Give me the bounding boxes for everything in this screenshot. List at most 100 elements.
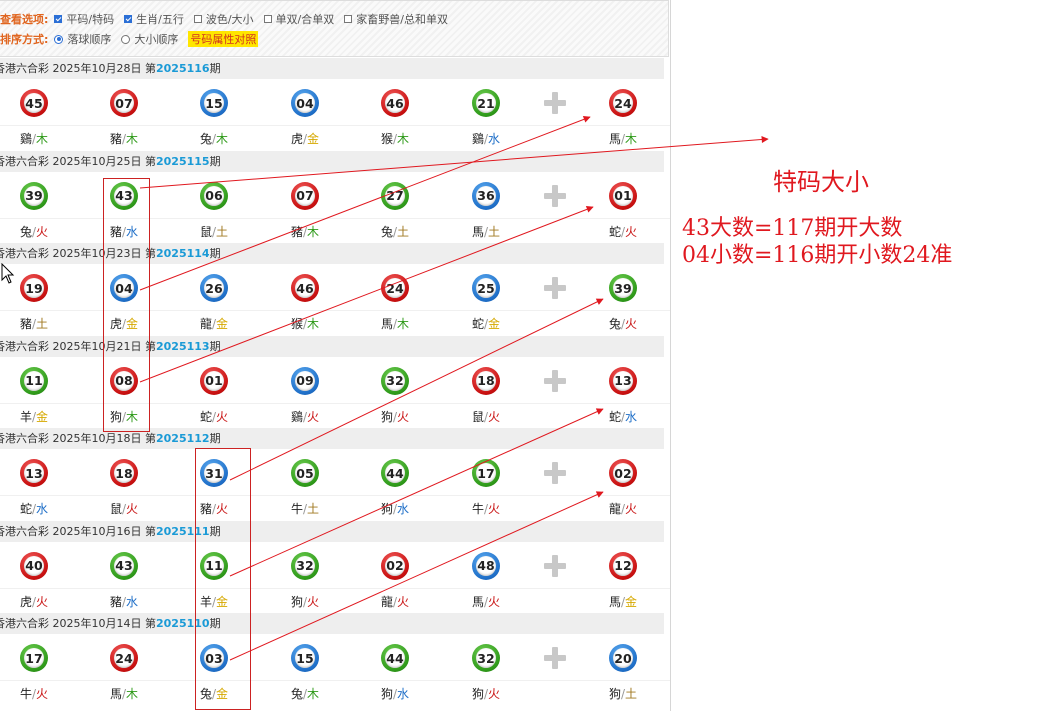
number-ball: 05 — [291, 459, 319, 487]
element-text: 水 — [625, 409, 638, 424]
radio-icon[interactable] — [54, 34, 64, 44]
zodiac-text: 兔 — [19, 224, 32, 239]
element-text: 金 — [216, 317, 229, 331]
number-ball: 17 — [20, 644, 48, 672]
number-ball: 43 — [110, 551, 138, 580]
plus-icon — [543, 184, 567, 208]
zodiac-text: 牛 — [19, 687, 32, 701]
special-number-ball: 02 — [609, 459, 637, 487]
checkbox-icon[interactable] — [263, 15, 272, 23]
number-ball: 46 — [291, 274, 319, 302]
special-number-ball: 20 — [609, 644, 637, 672]
ball-number: 46 — [385, 93, 405, 113]
mouse-cursor-icon — [1, 263, 15, 284]
view-option-2[interactable]: 波色/大小 — [193, 11, 254, 27]
draw-header: 香港六合彩 2025年10月23日 第2025114期 — [0, 243, 664, 264]
radio-icon[interactable] — [121, 34, 131, 44]
ball-number: 02 — [613, 463, 633, 483]
checkbox-icon[interactable] — [124, 15, 133, 23]
zodiac-element-label: 虎/金 — [285, 132, 325, 146]
sort-options-label: 排序方式: — [0, 33, 49, 46]
draw-header: 香港六合彩 2025年10月28日 第2025116期 — [0, 58, 664, 79]
zodiac-element-label: 蛇/火 — [603, 225, 643, 239]
attribute-table-link[interactable]: 号码属性对照 — [188, 31, 259, 47]
zodiac-text: 馬 — [608, 594, 621, 609]
zodiac-text: 狗 — [380, 687, 393, 701]
element-text: 火 — [397, 594, 410, 609]
ball-number: 21 — [476, 93, 496, 113]
element-text: 火 — [625, 317, 638, 331]
draw-issue-suffix: 期 — [209, 62, 221, 75]
view-option-1[interactable]: 生肖/五行 — [124, 11, 184, 27]
ball-number: 02 — [385, 555, 405, 576]
view-option-0[interactable]: 平码/特码 — [54, 11, 114, 27]
zodiac-element-label: 蛇/水 — [14, 502, 54, 516]
zodiac-element-label: 狗/火 — [375, 410, 415, 424]
element-text: 火 — [36, 687, 49, 701]
ball-number: 04 — [295, 93, 315, 113]
ball-number: 13 — [613, 370, 633, 391]
number-ball: 07 — [110, 89, 138, 117]
ball-number: 13 — [24, 463, 44, 483]
zodiac-element-label: 龍/火 — [603, 502, 643, 516]
view-option-3[interactable]: 单双/合单双 — [263, 11, 334, 27]
zodiac-text: 馬 — [380, 317, 393, 331]
draw-date: 香港六合彩 2025年10月14日 第 — [0, 617, 156, 630]
zodiac-element-label: 猴/木 — [375, 132, 415, 146]
view-option-label: 家畜野兽/总和单双 — [356, 13, 448, 26]
draw-issue-suffix: 期 — [209, 432, 221, 445]
sort-option-1[interactable]: 大小顺序 — [121, 31, 178, 47]
view-option-label: 生肖/五行 — [136, 13, 184, 26]
element-text: 木 — [397, 132, 410, 146]
plus-icon — [543, 461, 567, 485]
draw-header: 香港六合彩 2025年10月16日 第2025111期 — [0, 520, 664, 542]
draw-issue-number: 2025115 — [155, 154, 210, 168]
special-number-ball: 01 — [609, 181, 637, 210]
ball-number: 44 — [385, 463, 405, 483]
view-option-4[interactable]: 家畜野兽/总和单双 — [344, 11, 448, 27]
zodiac-text: 狗 — [380, 502, 393, 516]
special-number-ball: 12 — [609, 551, 637, 580]
zodiac-element-label: 牛/火 — [14, 687, 54, 701]
ball-number: 15 — [295, 648, 315, 668]
element-text: 木 — [307, 224, 320, 239]
ball-number: 39 — [613, 278, 633, 298]
zodiac-element-label: 豬/水 — [104, 595, 144, 609]
checkbox-icon[interactable] — [193, 15, 202, 23]
zodiac-text: 牛 — [290, 502, 303, 516]
draw-header: 香港六合彩 2025年10月18日 第2025112期 — [0, 428, 664, 449]
zodiac-element-label: 鼠/土 — [194, 225, 234, 239]
zodiac-element-label: 鼠/火 — [466, 410, 506, 424]
element-text: 水 — [397, 687, 410, 701]
checkbox-icon[interactable] — [344, 15, 353, 23]
element-text: 水 — [397, 502, 410, 516]
checkbox-icon[interactable] — [54, 15, 63, 23]
zodiac-element-label: 兔/木 — [285, 687, 325, 701]
number-ball: 07 — [291, 181, 319, 210]
element-text: 木 — [36, 132, 49, 146]
ball-number: 11 — [24, 370, 44, 391]
annotation-line-2: 04小数=116期开小数24准 — [682, 243, 953, 268]
ball-number: 12 — [613, 555, 633, 576]
view-option-label: 波色/大小 — [205, 13, 254, 26]
plus-icon — [543, 646, 567, 670]
element-text: 水 — [36, 502, 49, 516]
number-ball: 36 — [472, 181, 500, 210]
sort-option-0[interactable]: 落球顺序 — [54, 31, 111, 47]
number-ball: 18 — [472, 366, 500, 395]
number-ball: 15 — [200, 89, 228, 117]
zodiac-text: 鷄 — [19, 132, 32, 146]
number-ball: 32 — [381, 366, 409, 395]
ball-number: 43 — [114, 555, 134, 576]
zodiac-element-label: 牛/土 — [285, 502, 325, 516]
plus-icon — [543, 554, 567, 578]
draw-issue-suffix: 期 — [209, 154, 221, 168]
draw-date: 香港六合彩 2025年10月18日 第 — [0, 432, 156, 445]
ball-number: 01 — [204, 370, 224, 391]
ball-number: 48 — [476, 555, 496, 576]
zodiac-text: 狗 — [608, 687, 621, 701]
zodiac-element-label: 牛/火 — [466, 502, 506, 516]
zodiac-text: 馬 — [608, 132, 621, 146]
zodiac-element-label: 馬/土 — [466, 225, 506, 239]
number-ball: 45 — [20, 89, 48, 117]
